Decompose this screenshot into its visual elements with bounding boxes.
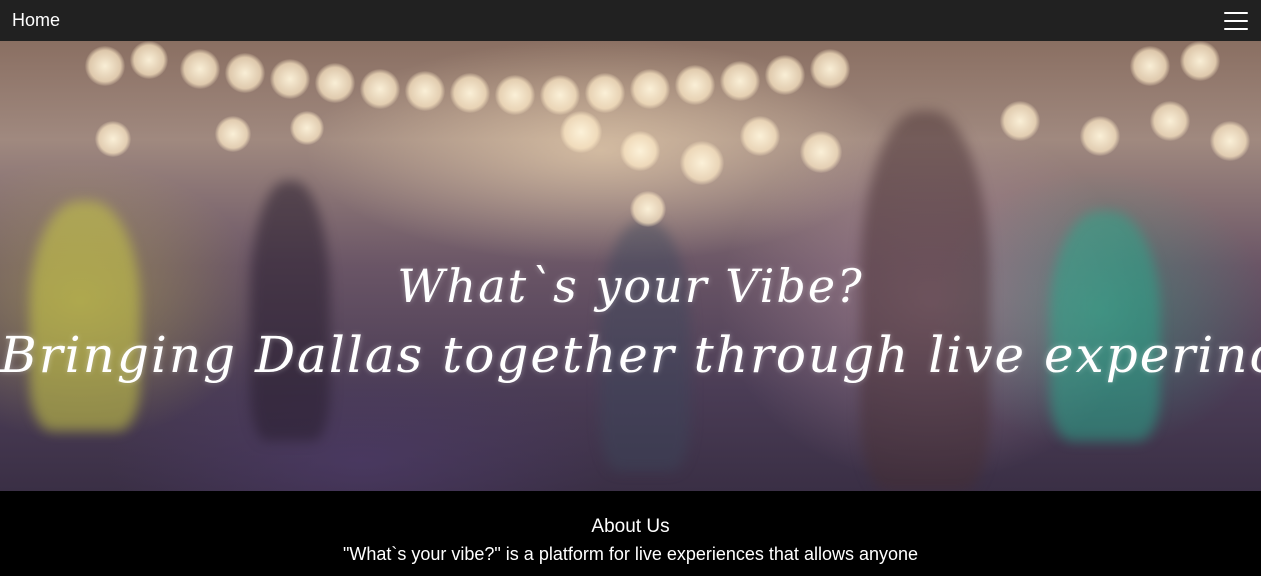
background-image [95, 121, 131, 157]
about-description: "What`s your vibe?" is a platform for li… [342, 544, 919, 564]
background-image [585, 73, 625, 113]
background-image [1180, 41, 1220, 81]
background-image [1000, 101, 1040, 141]
background-image [315, 63, 355, 103]
background-image [450, 73, 490, 113]
background-image [540, 75, 580, 115]
background-image [800, 131, 842, 173]
background-image [630, 191, 666, 227]
hamburger-line [1224, 11, 1248, 14]
hero-subtitle: Bringing Dallas together through live ex… [0, 326, 1261, 384]
background-image [495, 75, 535, 115]
background-image [560, 111, 602, 153]
background-image [215, 116, 251, 152]
background-image [630, 69, 670, 109]
hero-title: What`s your Vibe? [397, 259, 864, 313]
background-image [1150, 101, 1190, 141]
background-image [180, 49, 220, 89]
about-heading: About Us [591, 516, 670, 537]
background-image [270, 59, 310, 99]
background-image [1210, 121, 1250, 161]
hamburger-menu-icon[interactable] [1224, 11, 1248, 30]
background-image [130, 41, 168, 79]
hamburger-line [1224, 19, 1248, 22]
background-image [810, 49, 850, 89]
background-image [225, 53, 265, 93]
nav-home-link[interactable]: Home [12, 10, 60, 31]
background-image [30, 201, 140, 431]
background-image [290, 111, 324, 145]
about-section: About Us "What`s your vibe?" is a platfo… [0, 491, 1261, 576]
background-image [740, 116, 780, 156]
background-image [360, 69, 400, 109]
background-image [405, 71, 445, 111]
background-image [720, 61, 760, 101]
background-image [85, 46, 125, 86]
hamburger-line [1224, 27, 1248, 30]
background-image [1130, 46, 1170, 86]
background-image [680, 141, 724, 185]
background-image [675, 65, 715, 105]
top-navbar: Home [0, 0, 1261, 41]
background-image [620, 131, 660, 171]
background-image [1080, 116, 1120, 156]
background-image [765, 55, 805, 95]
hero-banner: What`s your Vibe? Bringing Dallas togeth… [0, 41, 1261, 491]
